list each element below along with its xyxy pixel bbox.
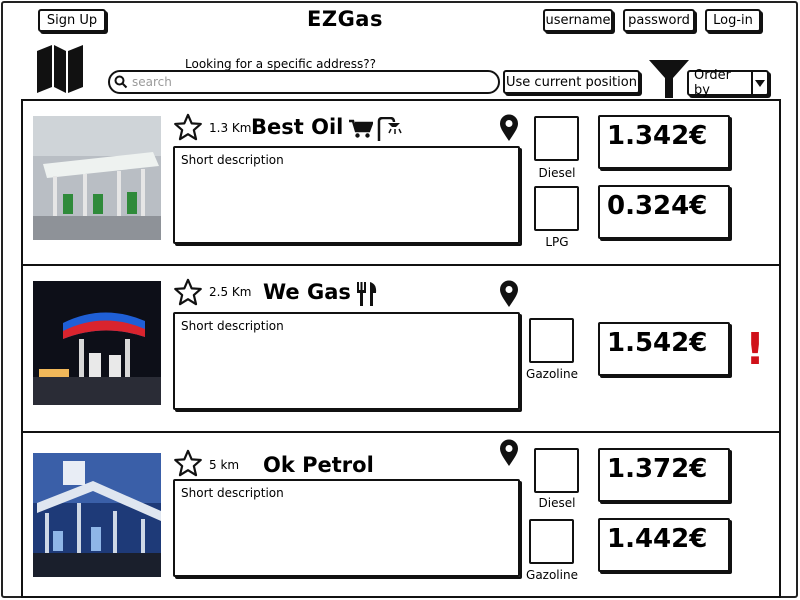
use-current-position-button[interactable]: Use current position xyxy=(503,70,640,94)
location-pin-icon[interactable] xyxy=(499,439,519,467)
chevron-down-icon[interactable] xyxy=(751,72,767,94)
fuel-price: 0.324€ xyxy=(598,185,730,239)
fuel-price: 1.342€ xyxy=(598,115,730,169)
shower-icon xyxy=(377,117,402,141)
station-name: We Gas xyxy=(263,280,351,304)
signup-button[interactable]: Sign Up xyxy=(38,9,106,32)
search-icon xyxy=(114,75,128,89)
station-name: Ok Petrol xyxy=(263,453,374,477)
fuel-label: LPG xyxy=(545,235,569,249)
fuel-label: Gazoline xyxy=(526,568,578,582)
station-distance: 5 km xyxy=(209,458,240,472)
fuel-checkbox-gazoline[interactable] xyxy=(529,519,574,564)
search-box xyxy=(108,70,500,94)
login-button[interactable]: Log-in xyxy=(705,9,761,32)
fuel-price: 1.542€ xyxy=(598,322,730,376)
station-distance: 2.5 Km xyxy=(209,285,252,299)
fuel-price: 1.442€ xyxy=(598,518,730,572)
order-by-label: Order by xyxy=(694,68,731,98)
password-field[interactable]: password xyxy=(623,9,695,32)
station-distance: 1.3 Km xyxy=(209,121,252,135)
map-icon[interactable] xyxy=(35,43,85,93)
filter-icon[interactable] xyxy=(649,60,689,98)
station-photo xyxy=(33,453,161,577)
search-input[interactable] xyxy=(130,74,490,90)
fuel-checkbox-diesel[interactable] xyxy=(534,116,579,161)
fuel-checkbox-diesel[interactable] xyxy=(534,448,579,493)
station-photo xyxy=(33,281,161,405)
location-pin-icon[interactable] xyxy=(499,280,519,308)
order-by-select[interactable]: Order by xyxy=(687,68,769,98)
station-name: Best Oil xyxy=(251,115,344,139)
fuel-label: Diesel xyxy=(538,496,576,510)
fuel-label: Gazoline xyxy=(526,367,578,381)
station-description: Short description xyxy=(173,146,520,244)
favorite-star-icon[interactable] xyxy=(173,113,203,141)
station-card[interactable]: 1.3 Km Best Oil Short description Diesel… xyxy=(21,99,781,266)
station-description: Short description xyxy=(173,479,520,577)
station-card[interactable]: 2.5 Km We Gas Short description Gazoline… xyxy=(21,264,781,433)
fuel-checkbox-lpg[interactable] xyxy=(534,186,579,231)
fuel-price: 1.372€ xyxy=(598,448,730,502)
station-photo xyxy=(33,116,161,240)
location-pin-icon[interactable] xyxy=(499,114,519,142)
favorite-star-icon[interactable] xyxy=(173,449,203,477)
cart-icon xyxy=(349,119,373,138)
favorite-star-icon[interactable] xyxy=(173,278,203,306)
station-description: Short description xyxy=(173,312,520,410)
app-title: EZGas xyxy=(307,7,383,31)
username-field[interactable]: username xyxy=(543,9,613,32)
price-alert-icon[interactable]: ! xyxy=(745,328,765,372)
fuel-checkbox-gazoline[interactable] xyxy=(529,318,574,363)
fuel-label: Diesel xyxy=(538,166,576,180)
fork-knife-icon xyxy=(357,282,377,306)
search-label: Looking for a specific address?? xyxy=(185,57,376,71)
station-card[interactable]: 5 km Ok Petrol Short description Diesel … xyxy=(21,431,781,598)
